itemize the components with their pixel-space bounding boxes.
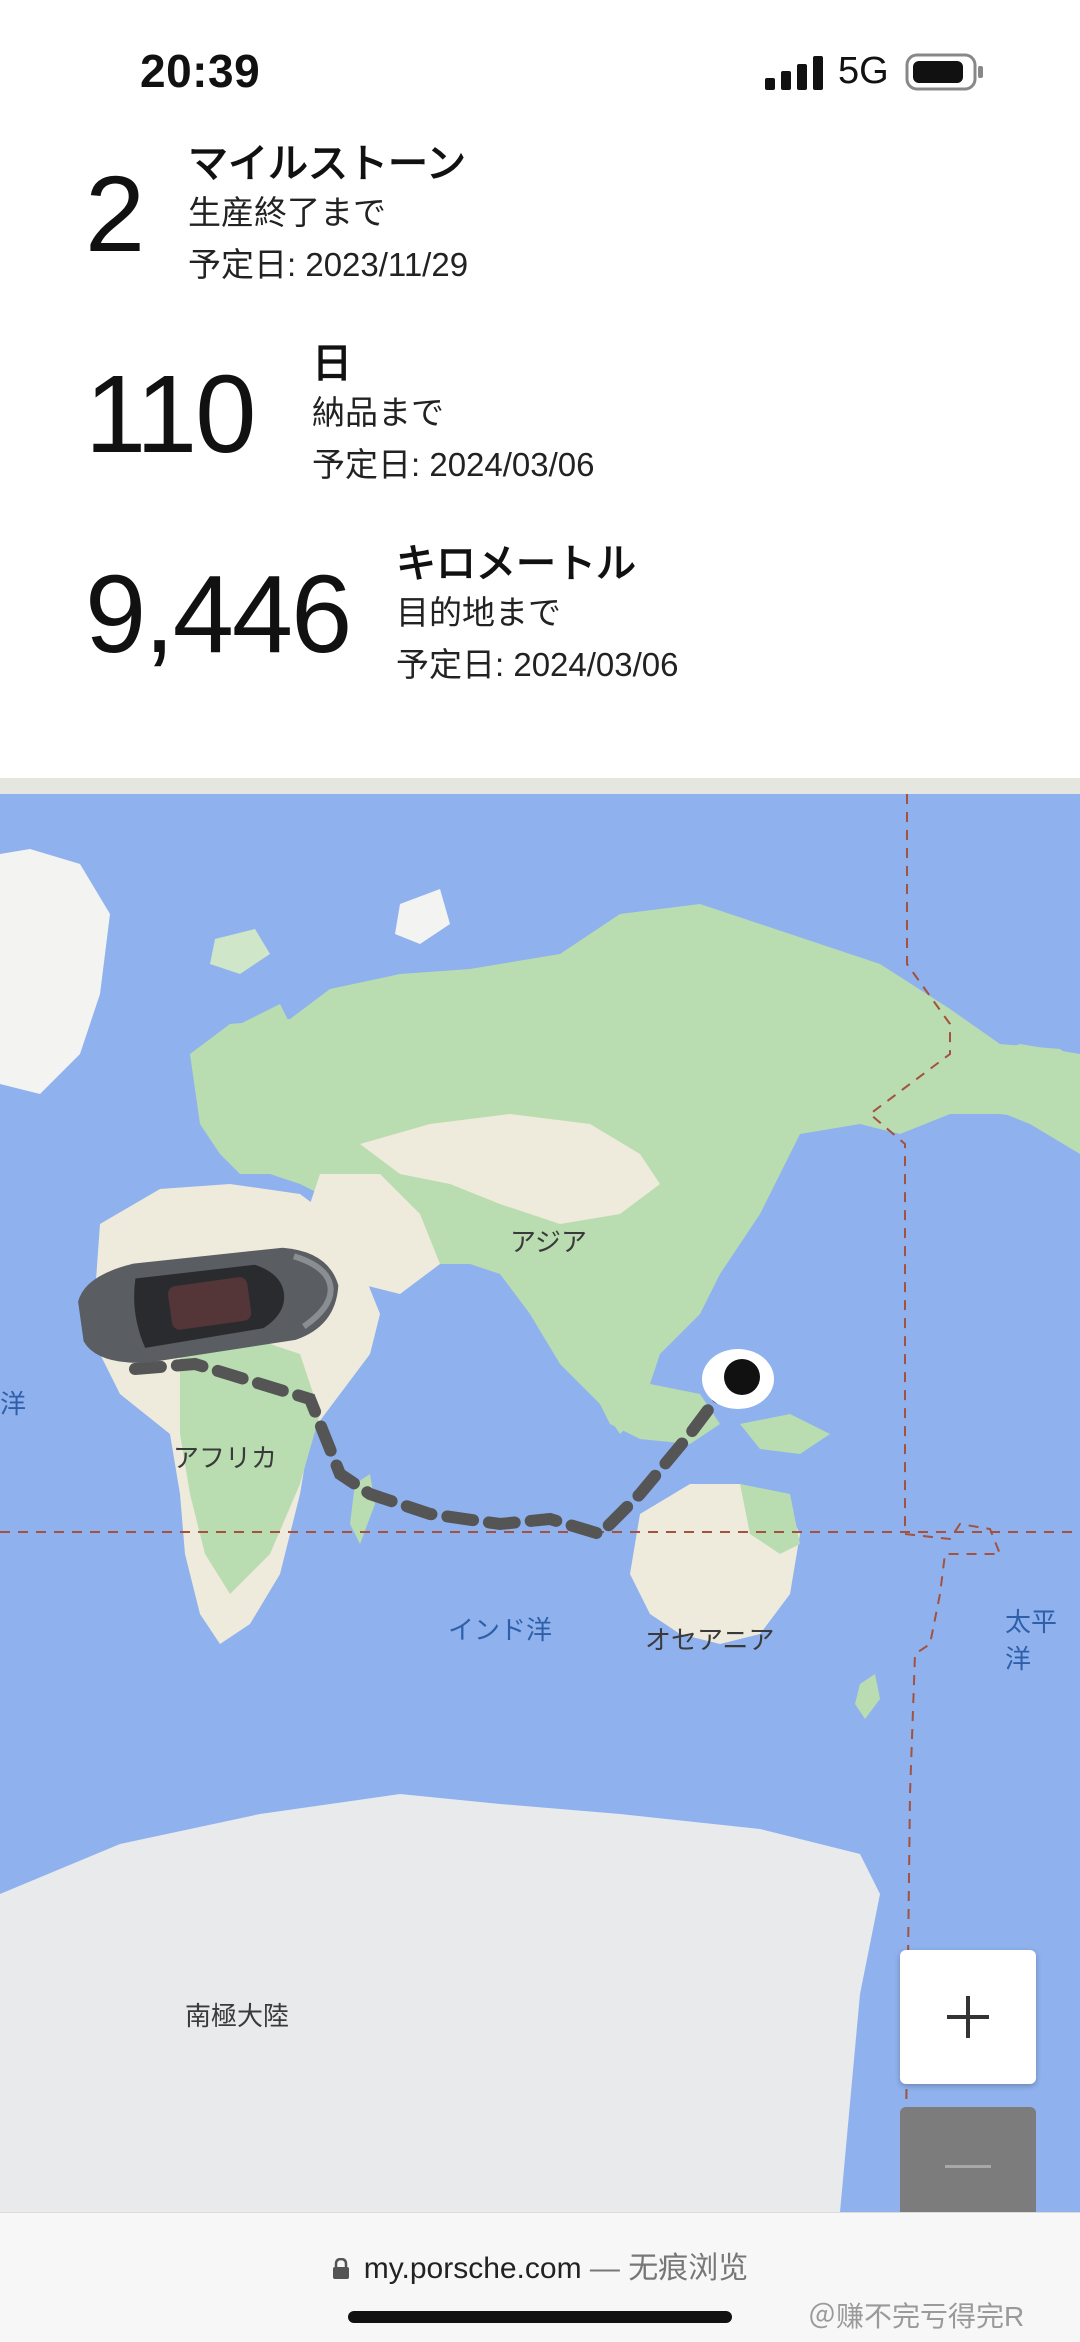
label-pacific: 太平洋 [1005,1607,1058,1674]
address-bar[interactable]: my.porsche.com — 无痕浏览 [0,2243,1080,2287]
stat-unit: キロメートル [396,542,636,586]
battery-icon [905,53,983,91]
destination-marker[interactable] [702,1349,774,1409]
lock-icon [332,2258,349,2279]
label-oceania: オセアニア [645,1625,775,1655]
url-text: my.porsche.com [363,2252,582,2285]
stat-date: 予定日: 2023/11/29 [188,246,469,283]
minus-icon [945,2165,991,2168]
stat-value: 110 [85,353,256,476]
signal-icon [765,56,823,90]
label-atlantic-fragment: 西洋 [0,1389,27,1419]
private-mode-label: 无痕浏览 [628,2252,749,2285]
section-divider [0,778,1080,794]
label-africa: アフリカ [173,1443,278,1473]
stat-subtitle: 納品まで [312,394,444,431]
watermark: ＠赚不完亏得完R [808,2301,1025,2332]
plus-icon [947,1996,989,2038]
stat-subtitle: 生産終了まで [188,194,386,231]
url-separator: — [589,2252,620,2285]
stat-date: 予定日: 2024/03/06 [312,446,595,483]
zoom-in-button[interactable] [900,1950,1036,2084]
status-time: 20:39 [140,45,261,97]
home-indicator[interactable] [348,2311,732,2323]
status-bar: 20:39 5G [0,0,1080,140]
label-indian-ocean: インド洋 [448,1615,553,1645]
label-antarctica: 南極大陸 [185,2001,290,2031]
stat-date: 予定日: 2024/03/06 [396,646,679,683]
stat-unit: 日 [312,342,352,386]
stat-unit: マイルストーン [188,142,466,186]
stat-subtitle: 目的地まで [396,594,561,631]
label-asia: アジア [510,1227,587,1257]
stat-value: 2 [85,153,145,274]
zoom-out-button[interactable] [900,2107,1036,2227]
stat-value: 9,446 [85,553,352,676]
network-type: 5G [838,50,889,92]
